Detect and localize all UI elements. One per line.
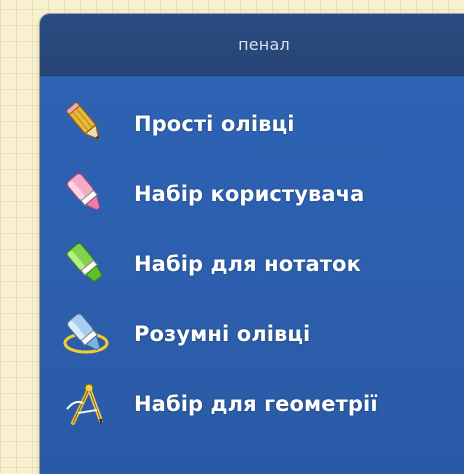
menu-item-label: Розумні олівці [134, 322, 311, 346]
menu-item-label: Набір користувача [134, 182, 365, 206]
menu-item-user-set[interactable]: Набір користувача [40, 159, 464, 229]
menu-item-geometry-set[interactable]: Набір для геометрії [40, 369, 464, 439]
compass-icon [40, 369, 134, 439]
smart-pencil-icon [40, 299, 134, 369]
menu-item-smart-pencils[interactable]: Розумні олівці [40, 299, 464, 369]
panel-title: пенал [238, 35, 290, 54]
highlighter-icon [40, 229, 134, 299]
pencil-icon [40, 89, 134, 159]
panel-header: пенал [40, 14, 464, 76]
pen-case-panel: пенал Прості олівці Набір користувача На… [40, 14, 464, 474]
menu-item-label: Прості олівці [134, 112, 295, 136]
menu-item-notes-set[interactable]: Набір для нотаток [40, 229, 464, 299]
menu-item-label: Набір для нотаток [134, 252, 361, 276]
menu-item-label: Набір для геометрії [134, 392, 378, 416]
menu-item-simple-pencils[interactable]: Прості олівці [40, 89, 464, 159]
pen-case-menu: Прості олівці Набір користувача Набір дл… [40, 76, 464, 439]
pink-marker-icon [40, 159, 134, 229]
